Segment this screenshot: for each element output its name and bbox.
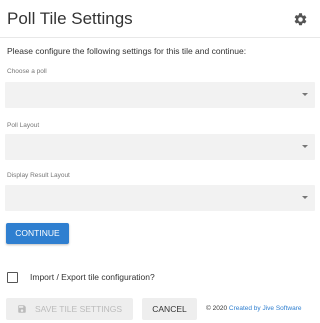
choose-poll-select[interactable]	[5, 82, 315, 108]
copyright: © 2020 Created by Jive Software	[206, 305, 302, 312]
gear-icon[interactable]	[293, 12, 308, 27]
display-result-layout-select[interactable]	[5, 185, 315, 211]
poll-layout-select[interactable]	[5, 134, 315, 160]
copyright-prefix: © 2020	[206, 305, 228, 312]
import-export-label: Import / Export tile configuration?	[30, 272, 155, 282]
header: Poll Tile Settings	[0, 0, 320, 38]
display-result-layout-label: Display Result Layout	[7, 172, 70, 179]
poll-layout-label: Poll Layout	[7, 122, 40, 129]
chevron-down-icon	[302, 196, 308, 199]
save-icon	[18, 305, 26, 313]
page-title: Poll Tile Settings	[7, 9, 133, 28]
save-tile-settings-label: SAVE TILE SETTINGS	[35, 304, 123, 314]
cancel-button[interactable]: CANCEL	[142, 298, 197, 320]
import-export-row: Import / Export tile configuration?	[7, 270, 155, 284]
continue-button[interactable]: CONTINUE	[6, 223, 69, 244]
choose-poll-label: Choose a poll	[7, 68, 47, 75]
save-tile-settings-button[interactable]: SAVE TILE SETTINGS	[6, 298, 133, 320]
jive-software-link[interactable]: Created by Jive Software	[229, 305, 302, 312]
intro-text: Please configure the following settings …	[7, 46, 247, 56]
chevron-down-icon	[302, 93, 308, 96]
import-export-checkbox[interactable]	[7, 271, 18, 283]
chevron-down-icon	[302, 145, 308, 148]
